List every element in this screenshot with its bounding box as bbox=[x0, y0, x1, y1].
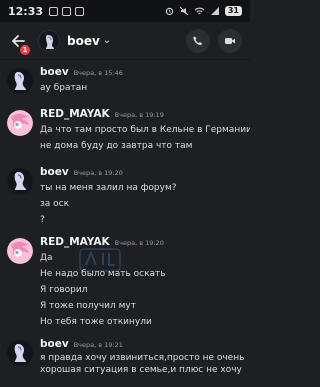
timestamp: Вчера, в 19:19 bbox=[114, 111, 164, 119]
chevron-down-icon: ⌄ bbox=[102, 35, 112, 46]
unread-badge: 1 bbox=[20, 44, 30, 55]
notification-icon bbox=[49, 6, 59, 16]
back-button[interactable]: 1 bbox=[8, 31, 30, 55]
avatar[interactable] bbox=[7, 168, 33, 194]
avatar[interactable] bbox=[7, 340, 33, 366]
status-notification-icons bbox=[49, 6, 85, 16]
username[interactable]: boev bbox=[40, 338, 69, 350]
notification-icon bbox=[62, 6, 72, 16]
message-list[interactable]: boev Вчера, в 15:46 ау братан RED_MAYAK … bbox=[0, 60, 250, 387]
notification-icon bbox=[75, 6, 85, 16]
timestamp: Вчера, в 19:20 bbox=[114, 239, 164, 247]
avatar[interactable] bbox=[7, 68, 33, 94]
header-actions bbox=[186, 28, 242, 53]
message-text[interactable]: ты на меня залил на форум? bbox=[40, 180, 246, 196]
message-content: boev Вчера, в 15:46 ау братан bbox=[40, 66, 246, 96]
message-header: RED_MAYAK Вчера, в 19:20 bbox=[40, 236, 246, 250]
message-text[interactable]: Я говорил bbox=[40, 282, 246, 298]
avatar[interactable] bbox=[7, 110, 33, 136]
message-text[interactable]: Да что там просто был в Кельне в Германи… bbox=[40, 122, 250, 138]
username[interactable]: RED_MAYAK bbox=[40, 236, 110, 248]
message-header: boev Вчера, в 19:20 bbox=[40, 166, 246, 180]
timestamp: Вчера, в 15:46 bbox=[73, 69, 123, 77]
header-avatar[interactable] bbox=[38, 29, 60, 52]
signal-icon bbox=[210, 7, 219, 15]
call-icon bbox=[193, 36, 202, 45]
username[interactable]: boev bbox=[40, 166, 69, 178]
status-time: 12:33 bbox=[8, 4, 44, 18]
mute-icon bbox=[179, 6, 189, 16]
timestamp: Вчера, в 19:21 bbox=[73, 341, 123, 349]
alarm-icon bbox=[165, 7, 174, 16]
video-call-button[interactable] bbox=[218, 28, 242, 53]
avatar[interactable] bbox=[7, 238, 33, 264]
status-right-icons: 31 bbox=[165, 6, 242, 16]
message-content: boev Вчера, в 19:20 ты на меня залил на … bbox=[40, 166, 246, 228]
video-icon bbox=[225, 37, 235, 44]
message-text[interactable]: не дома буду до завтра что там bbox=[40, 138, 246, 154]
message-text[interactable]: Я тоже получил мут bbox=[40, 298, 246, 314]
message-text[interactable]: я правда хочу извиниться,просто не очень… bbox=[40, 352, 246, 376]
message-header: RED_MAYAK Вчера, в 19:19 bbox=[40, 108, 246, 122]
chat-header: 1 boev ⌄ bbox=[0, 22, 250, 60]
message-text[interactable]: Но тебя тоже откинули bbox=[40, 314, 246, 330]
message-header: boev Вчера, в 15:46 bbox=[40, 66, 246, 80]
message-text[interactable]: ? bbox=[40, 212, 246, 228]
message-text[interactable]: за оск bbox=[40, 196, 246, 212]
message-content: boev Вчера, в 19:21 я правда хочу извини… bbox=[40, 338, 246, 376]
message-content: RED_MAYAK Вчера, в 19:20 Да Не надо было… bbox=[40, 236, 246, 330]
username[interactable]: boev bbox=[40, 66, 69, 78]
message-text[interactable]: Да bbox=[40, 250, 246, 266]
status-bar: 12:33 31 bbox=[0, 0, 250, 22]
wifi-icon bbox=[194, 7, 205, 15]
message-text[interactable]: ау братан bbox=[40, 80, 246, 96]
message-content: RED_MAYAK Вчера, в 19:19 Да что там прос… bbox=[40, 108, 250, 154]
timestamp: Вчера, в 19:20 bbox=[73, 169, 123, 177]
message-text[interactable]: Не надо было мать оскать bbox=[40, 266, 246, 282]
message-header: boev Вчера, в 19:21 bbox=[40, 338, 246, 352]
username[interactable]: RED_MAYAK bbox=[40, 108, 110, 120]
chat-title-text: boev bbox=[67, 33, 100, 48]
battery-level: 31 bbox=[224, 6, 242, 16]
call-button[interactable] bbox=[186, 28, 210, 53]
chat-title[interactable]: boev ⌄ bbox=[67, 34, 111, 48]
